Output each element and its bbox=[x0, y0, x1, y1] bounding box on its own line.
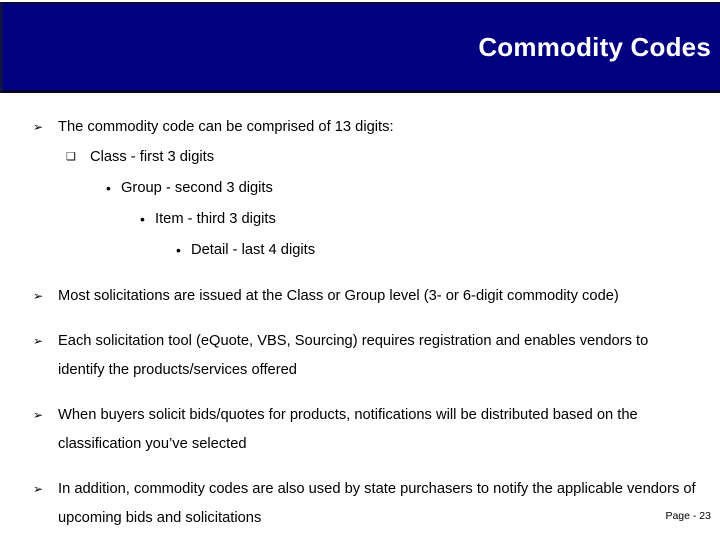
slide-content-body: ➢ The commodity code can be comprised of… bbox=[0, 96, 720, 526]
bullet-item-8: ➢ When buyers solicit bids/quotes for pr… bbox=[33, 401, 696, 459]
square-bullet-icon: ❑ bbox=[66, 151, 76, 163]
arrow-bullet-icon: ➢ bbox=[33, 289, 44, 303]
bullet-item-9: ➢ In addition, commodity codes are also … bbox=[33, 475, 696, 533]
bullet-item-1: ➢ The commodity code can be comprised of… bbox=[33, 113, 696, 142]
bullet-text: The commodity code can be comprised of 1… bbox=[58, 119, 394, 135]
dot-bullet-icon: • bbox=[176, 242, 181, 258]
slide-title-banner: Commodity Codes bbox=[0, 2, 720, 93]
bullet-item-3: • Group - second 3 digits bbox=[106, 173, 696, 204]
arrow-bullet-icon: ➢ bbox=[33, 334, 44, 348]
bullet-text: In addition, commodity codes are also us… bbox=[58, 481, 696, 526]
bullet-text: Item - third 3 digits bbox=[155, 211, 276, 227]
bullet-text: Detail - last 4 digits bbox=[191, 242, 316, 258]
page-title: Commodity Codes bbox=[478, 32, 711, 62]
bullet-item-6: ➢ Most solicitations are issued at the C… bbox=[33, 282, 696, 311]
bullet-item-5: • Detail - last 4 digits bbox=[176, 235, 696, 266]
bullet-text: Each solicitation tool (eQuote, VBS, Sou… bbox=[58, 333, 649, 378]
page-number-footer: Page - 23 bbox=[665, 510, 711, 522]
dot-bullet-icon: • bbox=[106, 180, 111, 196]
bullet-item-2: ❑ Class - first 3 digits bbox=[66, 142, 696, 173]
bullet-text: Group - second 3 digits bbox=[121, 180, 273, 196]
arrow-bullet-icon: ➢ bbox=[33, 482, 44, 496]
bullet-text: Class - first 3 digits bbox=[90, 149, 215, 165]
arrow-bullet-icon: ➢ bbox=[33, 408, 44, 422]
bullet-text: When buyers solicit bids/quotes for prod… bbox=[58, 407, 638, 452]
bullet-item-4: • Item - third 3 digits bbox=[140, 204, 696, 235]
dot-bullet-icon: • bbox=[140, 211, 145, 227]
bullet-item-7: ➢ Each solicitation tool (eQuote, VBS, S… bbox=[33, 327, 696, 385]
bullet-text: Most solicitations are issued at the Cla… bbox=[58, 288, 619, 304]
arrow-bullet-icon: ➢ bbox=[33, 120, 44, 134]
